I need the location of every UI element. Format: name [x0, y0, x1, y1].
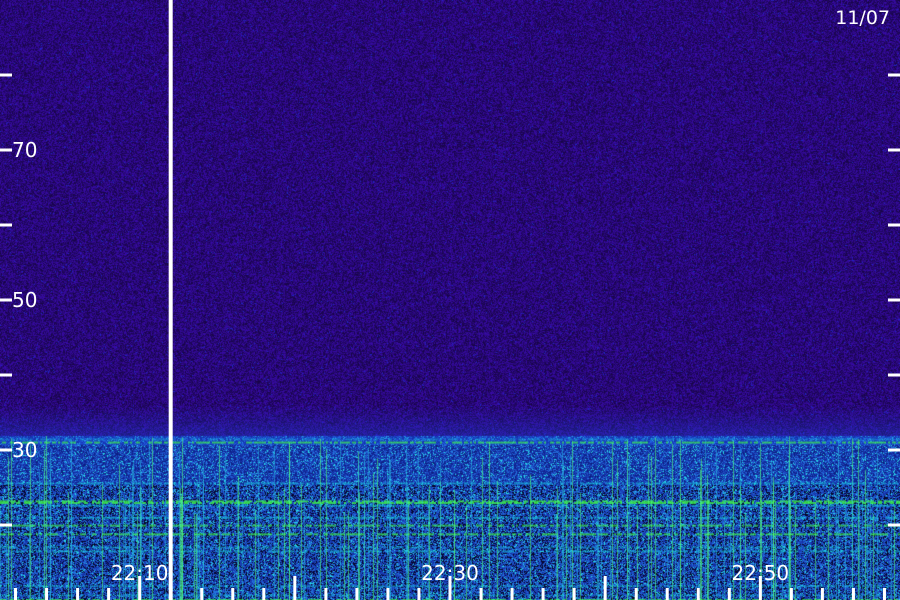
chart-overlay: 70 50 30 22:10 22:30 22:50 11/07 — [0, 0, 900, 600]
date-label: 11/07 — [835, 7, 890, 29]
x-tick-label-2250: 22:50 — [732, 561, 790, 585]
left-axis-ticks — [0, 73, 12, 527]
right-axis-ticks — [888, 73, 900, 527]
y-tick-label-50: 50 — [12, 288, 37, 312]
x-tick-label-2230: 22:30 — [421, 561, 479, 585]
y-tick-label-70: 70 — [12, 138, 37, 162]
y-tick-label-30: 30 — [12, 438, 37, 462]
x-tick-label-2210: 22:10 — [111, 561, 169, 585]
